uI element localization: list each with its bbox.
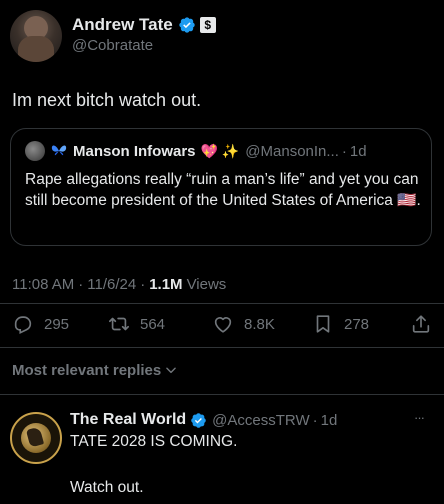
author-name[interactable]: Andrew Tate xyxy=(72,15,173,35)
tweet-meta: 11:08 AM · 11/6/24 · 1.1M Views xyxy=(12,276,227,293)
reply-icon xyxy=(12,313,34,335)
bookmark-count: 278 xyxy=(344,315,370,333)
bookmark-icon xyxy=(312,313,334,335)
reply-text-line2: Watch out. xyxy=(70,479,144,496)
quote-text-block: Rape allegations really “ruin a man’s li… xyxy=(25,171,421,209)
verified-badge-icon xyxy=(190,412,207,429)
quote-handle[interactable]: @MansonIn... xyxy=(245,143,339,160)
quote-emoji: 💖 ✨ xyxy=(200,142,240,159)
reply-text-line1: TATE 2028 IS COMING. xyxy=(70,433,238,450)
views-count: 1.1M xyxy=(149,276,183,293)
reply-avatar[interactable] xyxy=(10,412,62,464)
chevron-down-icon xyxy=(164,363,178,377)
reply-handle[interactable]: @AccessTRW xyxy=(212,412,309,429)
like-action[interactable]: 8.8K xyxy=(212,313,275,335)
share-icon xyxy=(410,313,432,335)
reply-action[interactable]: 295 xyxy=(12,313,69,335)
tweet-text: Im next bitch watch out. xyxy=(12,90,202,110)
author-handle[interactable]: @Cobratate xyxy=(72,37,153,54)
quote-card[interactable]: Manson Infowars 💖 ✨ @MansonIn... · 1d Ra… xyxy=(10,128,432,246)
like-count: 8.8K xyxy=(244,315,275,333)
replies-filter-label: Most relevant replies xyxy=(12,361,162,379)
reply-count: 295 xyxy=(44,315,70,333)
reply-author-name[interactable]: The Real World xyxy=(70,411,186,429)
divider xyxy=(0,347,444,348)
retweet-action[interactable]: 564 xyxy=(108,313,165,335)
verified-badge-icon xyxy=(178,16,196,34)
reply-time[interactable]: 1d xyxy=(321,412,338,429)
bookmark-action[interactable]: 278 xyxy=(312,313,369,335)
like-icon xyxy=(212,313,234,335)
share-button[interactable] xyxy=(410,313,432,335)
tweet-time[interactable]: 11:08 AM xyxy=(12,276,74,293)
divider xyxy=(0,394,444,395)
more-icon[interactable]: ··· xyxy=(414,410,425,425)
butterfly-icon xyxy=(51,144,67,158)
divider xyxy=(0,303,444,304)
quote-author-name[interactable]: Manson Infowars xyxy=(73,143,196,160)
quote-text: Rape allegations really “ruin a man’s li… xyxy=(25,171,419,209)
tweet-date[interactable]: 11/6/24 xyxy=(87,276,136,293)
author-avatar[interactable] xyxy=(10,10,62,62)
retweet-icon xyxy=(108,313,130,335)
replies-filter[interactable]: Most relevant replies xyxy=(12,360,178,380)
retweet-count: 564 xyxy=(140,315,166,333)
affiliate-badge-icon: $ xyxy=(199,17,216,33)
quote-time[interactable]: 1d xyxy=(350,143,367,160)
us-flag: 🇺🇸 xyxy=(397,192,417,209)
quote-avatar[interactable] xyxy=(25,141,45,161)
views-label: Views xyxy=(186,276,227,293)
